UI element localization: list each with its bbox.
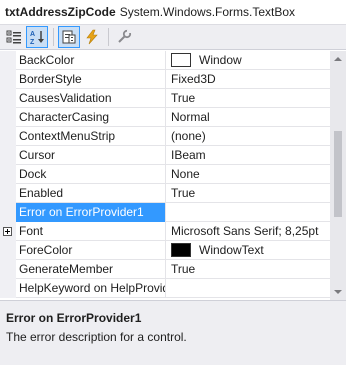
property-name: GenerateMember bbox=[16, 260, 166, 279]
row-margin bbox=[0, 70, 16, 89]
property-row-generatemember[interactable]: GenerateMember True bbox=[0, 260, 330, 279]
events-icon bbox=[86, 29, 98, 45]
property-value[interactable]: True bbox=[167, 89, 330, 108]
properties-icon bbox=[62, 30, 76, 44]
property-row-causesvalidation[interactable]: CausesValidation True bbox=[0, 89, 330, 108]
row-margin bbox=[0, 184, 16, 203]
row-margin bbox=[0, 279, 16, 298]
toolbar-separator bbox=[108, 28, 109, 46]
description-pane: Error on ErrorProvider1 The error descri… bbox=[0, 305, 346, 365]
categorized-button[interactable] bbox=[3, 26, 25, 48]
property-name: CharacterCasing bbox=[16, 108, 166, 127]
property-value[interactable]: WindowText bbox=[167, 241, 330, 260]
property-value[interactable] bbox=[167, 279, 330, 298]
property-row-font[interactable]: Font Microsoft Sans Serif; 8,25pt bbox=[0, 222, 330, 241]
scroll-up-icon[interactable] bbox=[334, 57, 342, 61]
property-row-enabled[interactable]: Enabled True bbox=[0, 184, 330, 203]
color-swatch bbox=[171, 242, 191, 257]
property-row-forecolor[interactable]: ForeColor WindowText bbox=[0, 241, 330, 260]
alphabetical-button[interactable]: A Z bbox=[26, 26, 48, 48]
property-row-charactercasing[interactable]: CharacterCasing Normal bbox=[0, 108, 330, 127]
property-name: Font bbox=[16, 222, 166, 241]
property-value[interactable]: True bbox=[167, 260, 330, 279]
scroll-down-icon[interactable] bbox=[334, 290, 342, 294]
alphabetical-icon: A Z bbox=[30, 31, 44, 45]
property-name: BackColor bbox=[16, 51, 166, 70]
property-row-dock[interactable]: Dock None bbox=[0, 165, 330, 184]
scroll-thumb[interactable] bbox=[334, 131, 342, 217]
object-selector[interactable]: txtAddressZipCode System.Windows.Forms.T… bbox=[0, 0, 346, 24]
events-button[interactable] bbox=[81, 26, 103, 48]
property-row-backcolor[interactable]: BackColor Window bbox=[0, 51, 330, 70]
properties-button[interactable] bbox=[58, 26, 80, 48]
expand-icon[interactable] bbox=[3, 227, 12, 236]
row-margin bbox=[0, 108, 16, 127]
row-margin bbox=[0, 203, 16, 222]
property-name: CausesValidation bbox=[16, 89, 166, 108]
property-row-helpkeyword[interactable]: HelpKeyword on HelpProvider1 bbox=[0, 279, 330, 298]
property-grid: BackColor Window BorderStyle Fixed3D Cau… bbox=[0, 51, 330, 300]
property-value-text: WindowText bbox=[199, 243, 264, 257]
property-name: HelpKeyword on HelpProvider1 bbox=[16, 279, 166, 298]
property-name: Enabled bbox=[16, 184, 166, 203]
property-row-contextmenustrip[interactable]: ContextMenuStrip (none) bbox=[0, 127, 330, 146]
property-value[interactable]: None bbox=[167, 165, 330, 184]
svg-text:Z: Z bbox=[30, 39, 35, 45]
property-row-cursor[interactable]: Cursor IBeam bbox=[0, 146, 330, 165]
row-margin bbox=[0, 146, 16, 165]
property-value[interactable] bbox=[167, 203, 330, 222]
categorized-icon bbox=[6, 30, 21, 44]
property-value[interactable]: Normal bbox=[167, 108, 330, 127]
property-value[interactable]: Fixed3D bbox=[167, 70, 330, 89]
object-type: System.Windows.Forms.TextBox bbox=[119, 5, 296, 19]
property-value[interactable]: IBeam bbox=[167, 146, 330, 165]
svg-text:A: A bbox=[30, 31, 35, 38]
object-name: txtAddressZipCode bbox=[5, 5, 116, 19]
property-pages-icon bbox=[118, 29, 132, 43]
property-grid-toolbar: A Z bbox=[0, 24, 346, 50]
property-value[interactable]: Microsoft Sans Serif; 8,25pt bbox=[167, 222, 330, 241]
property-row-borderstyle[interactable]: BorderStyle Fixed3D bbox=[0, 70, 330, 89]
row-margin bbox=[0, 51, 16, 70]
property-value-text: Window bbox=[199, 53, 242, 67]
property-name: ForeColor bbox=[16, 241, 166, 260]
toolbar-separator bbox=[53, 28, 54, 46]
property-name: Cursor bbox=[16, 146, 166, 165]
row-margin bbox=[0, 260, 16, 279]
color-swatch bbox=[171, 52, 191, 67]
property-pages-button[interactable] bbox=[113, 26, 135, 48]
property-value[interactable]: True bbox=[167, 184, 330, 203]
row-margin bbox=[0, 165, 16, 184]
row-margin bbox=[0, 241, 16, 260]
property-name: BorderStyle bbox=[16, 70, 166, 89]
row-margin bbox=[0, 89, 16, 108]
property-name: Dock bbox=[16, 165, 166, 184]
property-name: ContextMenuStrip bbox=[16, 127, 166, 146]
description-text: The error description for a control. bbox=[6, 330, 187, 344]
property-row-error-on-errorprovider1[interactable]: Error on ErrorProvider1 bbox=[0, 203, 330, 222]
row-margin bbox=[0, 127, 16, 146]
property-value[interactable]: (none) bbox=[167, 127, 330, 146]
property-name: Error on ErrorProvider1 bbox=[16, 203, 166, 222]
vertical-scrollbar[interactable] bbox=[330, 51, 346, 300]
description-title: Error on ErrorProvider1 bbox=[6, 311, 142, 325]
row-margin bbox=[0, 222, 16, 241]
property-value[interactable]: Window bbox=[167, 51, 330, 70]
